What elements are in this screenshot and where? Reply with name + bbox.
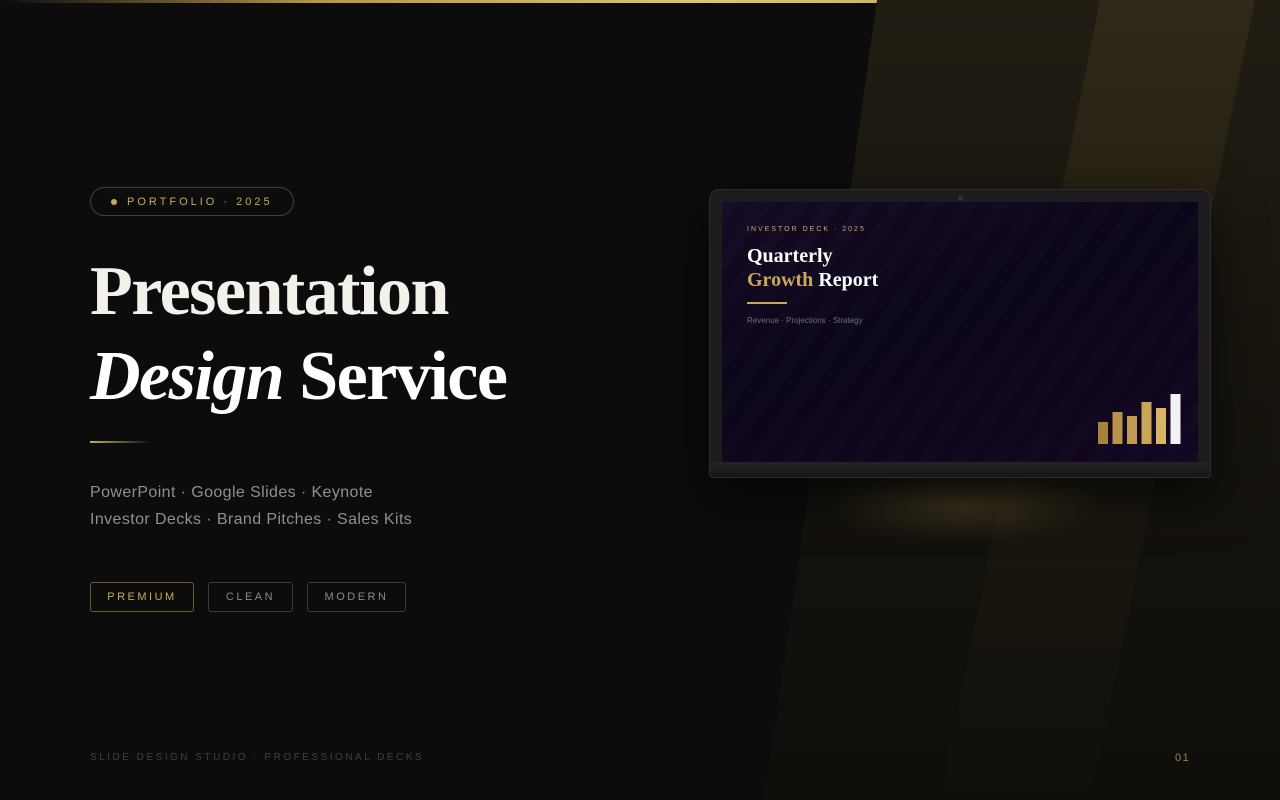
tag-clean: CLEAN <box>208 582 293 612</box>
slide-subtitle: Revenue · Projections · Strategy <box>747 316 863 325</box>
portfolio-badge: PORTFOLIO · 2025 <box>90 187 294 216</box>
slide-title-line-1: Quarterly <box>747 245 833 267</box>
page-title-line-2: Design Service <box>90 335 508 419</box>
badge-dot-icon <box>111 198 117 205</box>
slide-mini-bar-chart <box>1098 394 1181 444</box>
footer-studio-label: SLIDE DESIGN STUDIO · PROFESSIONAL DECKS <box>90 752 425 763</box>
camera-icon <box>958 196 963 201</box>
subtitle-platforms: PowerPoint · Google Slides · Keynote <box>90 484 373 501</box>
laptop-mockup: INVESTOR DECK · 2025 Quarterly Growth Rep… <box>709 189 1211 478</box>
mini-chart-bar <box>1170 394 1181 444</box>
mini-chart-bar <box>1098 422 1108 444</box>
presentation-portfolio-page: PORTFOLIO · 2025 Presentation Design Serv… <box>0 0 1280 800</box>
page-number: 01 <box>1175 752 1191 764</box>
slide-title-rest: Report <box>818 269 879 291</box>
page-title-line-1: Presentation <box>90 253 449 330</box>
mini-chart-bar <box>1112 412 1123 444</box>
mini-chart-bar <box>1127 416 1137 444</box>
slide-title-rule <box>747 302 787 304</box>
page-title-italic-word: Design <box>90 338 285 415</box>
slide-title-line-2: Growth Report <box>747 269 878 292</box>
tag-modern: MODERN <box>307 582 406 612</box>
laptop-glow <box>830 470 1100 540</box>
laptop-screen-slide: INVESTOR DECK · 2025 Quarterly Growth Rep… <box>722 202 1198 462</box>
badge-label: PORTFOLIO · 2025 <box>127 195 273 208</box>
mini-chart-bar <box>1141 402 1152 444</box>
mini-chart-bar <box>1156 408 1166 444</box>
laptop-base <box>710 462 1210 477</box>
tag-premium: PREMIUM <box>90 582 194 612</box>
subtitle-deck-types: Investor Decks · Brand Pitches · Sales K… <box>90 511 413 528</box>
slide-kicker: INVESTOR DECK · 2025 <box>747 226 866 233</box>
page-title-rest: Service <box>299 338 508 415</box>
slide-title-accent-word: Growth <box>747 269 814 291</box>
title-divider <box>90 441 152 443</box>
